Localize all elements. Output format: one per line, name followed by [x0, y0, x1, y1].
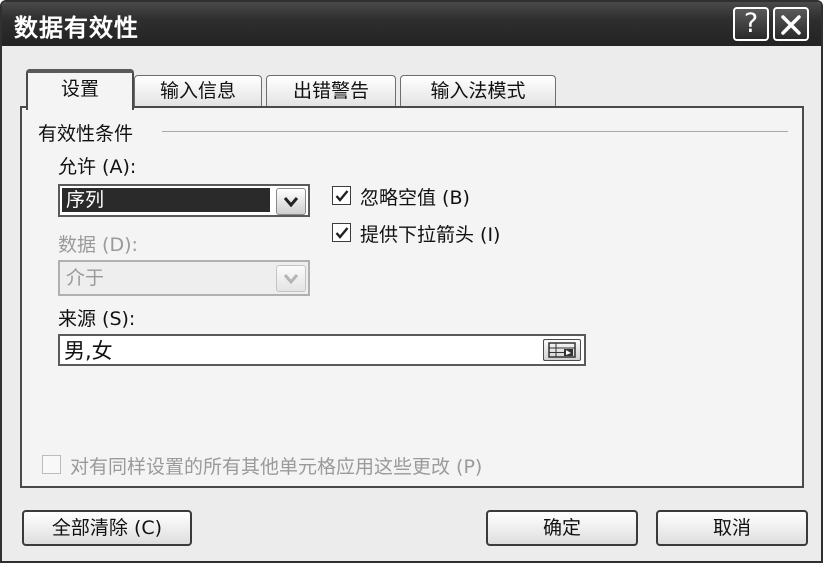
allow-select[interactable]: 序列	[58, 184, 310, 217]
range-select-icon	[548, 342, 576, 358]
allow-dropdown-button[interactable]	[276, 188, 306, 215]
validation-criteria-group-title: 有效性条件	[38, 123, 134, 145]
ok-button[interactable]: 确定	[486, 510, 638, 546]
collapse-dialog-button[interactable]	[543, 339, 581, 361]
chevron-down-icon	[284, 274, 298, 284]
checkmark-icon	[335, 227, 348, 239]
group-divider	[162, 131, 788, 132]
cancel-button[interactable]: 取消	[656, 510, 808, 546]
data-label: 数据 (D):	[58, 234, 138, 256]
in-cell-dropdown-label[interactable]: 提供下拉箭头 (I)	[360, 220, 500, 247]
clear-all-button[interactable]: 全部清除 (C)	[22, 510, 192, 546]
data-dropdown-button[interactable]	[276, 265, 306, 292]
chevron-down-icon	[284, 197, 298, 207]
apply-to-all-label[interactable]: 对有同样设置的所有其他单元格应用这些更改 (P)	[70, 452, 482, 479]
source-label: 来源 (S):	[58, 308, 136, 330]
ignore-blank-label[interactable]: 忽略空值 (B)	[360, 183, 470, 210]
allow-label: 允许 (A):	[58, 156, 137, 178]
ignore-blank-checkbox[interactable]	[332, 186, 351, 205]
in-cell-dropdown-checkbox[interactable]	[332, 223, 351, 242]
checkmark-icon	[335, 190, 348, 202]
source-value: 男,女	[64, 339, 113, 363]
allow-select-value: 序列	[62, 188, 270, 212]
apply-to-all-checkbox[interactable]	[42, 455, 61, 474]
data-select[interactable]: 介于	[58, 260, 310, 296]
data-select-value: 介于	[66, 267, 105, 289]
data-validation-dialog: 数据有效性 ? 设置 输入信息 出错警告 输入法模式 有效性条件 允许 (A):…	[0, 0, 823, 563]
source-input[interactable]: 男,女	[58, 334, 586, 366]
